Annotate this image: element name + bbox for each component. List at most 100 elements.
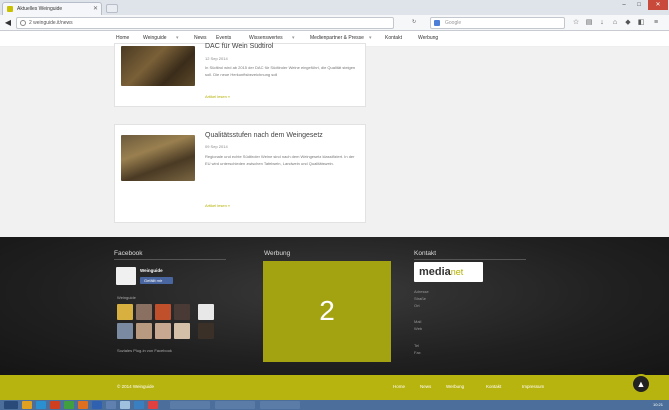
scroll-to-top-button[interactable]: ▲ — [631, 374, 651, 394]
taskbar-window[interactable] — [260, 401, 300, 409]
download-icon[interactable]: ↓ — [598, 19, 606, 27]
nav-item-home[interactable]: Home — [116, 35, 129, 41]
contact-line: Straße — [414, 296, 427, 301]
new-tab-button[interactable] — [106, 4, 118, 13]
start-icon[interactable] — [4, 401, 18, 409]
reload-icon[interactable]: ↻ — [412, 19, 416, 25]
search-placeholder: Google — [445, 20, 462, 26]
star-icon[interactable]: ☆ — [572, 19, 580, 27]
article-title[interactable]: DAC für Wein Südtirol — [205, 43, 273, 50]
fan-photo[interactable] — [174, 323, 190, 339]
favicon-icon — [7, 6, 13, 12]
chevron-down-icon: ▾ — [292, 35, 295, 41]
logo-sub: net — [450, 267, 464, 277]
pocket-icon[interactable]: ◧ — [637, 19, 645, 27]
search-box[interactable]: Google — [430, 17, 565, 29]
app-icon[interactable] — [106, 401, 116, 409]
browser-toolbar: ◀ 2 weinguide.it/news ↻ Google ☆ ▤ ↓ ⌂ ◆… — [0, 15, 669, 31]
fan-photo[interactable] — [117, 304, 133, 320]
news-card[interactable]: Qualitätsstufen nach dem Weingesetz 09 S… — [114, 124, 366, 223]
medianet-logo[interactable]: medianet — [414, 262, 483, 282]
fan-photo[interactable] — [198, 304, 214, 320]
article-image[interactable] — [121, 135, 195, 181]
ad-heading: Werbung — [264, 250, 291, 257]
article-excerpt: In Südtirol wird ab 2015 der DAC für Süd… — [205, 65, 356, 77]
article-title[interactable]: Qualitätsstufen nach dem Weingesetz — [205, 132, 323, 139]
app-icon[interactable] — [134, 401, 144, 409]
browser-tab[interactable]: Aktuelles Weinguide ✕ — [2, 2, 102, 15]
home-icon[interactable]: ⌂ — [611, 19, 619, 27]
fan-photo[interactable] — [117, 323, 133, 339]
nav-item-wissenswertes[interactable]: Wissenswertes — [249, 35, 283, 41]
fan-photo[interactable] — [155, 323, 171, 339]
article-excerpt: Regionale und echte Südtiroler Weine sin… — [205, 154, 355, 166]
fan-photo[interactable] — [174, 304, 190, 320]
taskbar-window[interactable] — [215, 401, 255, 409]
article-date: 12 Sep 2014 — [205, 56, 228, 61]
copyright-text: © 2014 Weinguide — [117, 384, 155, 389]
app-icon[interactable] — [148, 401, 158, 409]
chevron-down-icon: ▾ — [369, 35, 372, 41]
app-icon[interactable] — [50, 401, 60, 409]
app-icon[interactable] — [120, 401, 130, 409]
divider — [114, 259, 226, 260]
fb-like-button[interactable]: Gefällt mir — [140, 277, 173, 284]
addon-icon[interactable]: ◆ — [624, 19, 632, 27]
contact-heading: Kontakt — [414, 250, 437, 257]
contact-line[interactable]: Web — [414, 326, 422, 331]
bottom-link-werbung[interactable]: Werbung — [446, 384, 464, 389]
bottom-bar: © 2014 Weinguide Home News Werbung Konta… — [0, 375, 669, 400]
article-image[interactable] — [121, 46, 195, 86]
contact-line[interactable]: Mail — [414, 319, 421, 324]
contact-line: Fax — [414, 350, 421, 355]
globe-icon — [20, 20, 26, 26]
nav-item-news[interactable]: News — [194, 35, 207, 41]
fan-photo[interactable] — [155, 304, 171, 320]
tab-title: Aktuelles Weinguide — [17, 6, 63, 12]
read-more-link[interactable]: Artikel lesen » — [205, 94, 230, 99]
maximize-icon[interactable]: □ — [632, 0, 646, 10]
read-more-link[interactable]: Artikel lesen » — [205, 203, 230, 208]
fb-like-label: Gefällt mir — [144, 278, 163, 283]
taskbar-window[interactable] — [170, 401, 210, 409]
chevron-down-icon: ▾ — [176, 35, 179, 41]
fb-plugin-text[interactable]: Soziales Plug-in von Facebook — [117, 348, 172, 353]
contact-line: Tel — [414, 343, 420, 348]
fan-photo[interactable] — [198, 323, 214, 339]
ad-banner[interactable]: 2 — [263, 261, 391, 362]
taskbar-clock[interactable]: 10:21 — [653, 402, 663, 407]
nav-item-presse[interactable]: Medienpartner & Presse — [310, 35, 364, 41]
close-tab-icon[interactable]: ✕ — [93, 3, 98, 15]
news-card[interactable]: DAC für Wein Südtirol 12 Sep 2014 In Süd… — [114, 43, 366, 107]
fb-page-name[interactable]: Weinguide — [140, 268, 163, 273]
address-bar[interactable]: 2 weinguide.it/news — [16, 17, 394, 29]
ie-icon[interactable] — [36, 401, 46, 409]
nav-item-events[interactable]: Events — [216, 35, 231, 41]
clipboard-icon[interactable]: ▤ — [585, 19, 593, 27]
news-content: DAC für Wein Südtirol 12 Sep 2014 In Süd… — [0, 43, 669, 237]
bottom-link-news[interactable]: News — [420, 384, 431, 389]
nav-item-kontakt[interactable]: Kontakt — [385, 35, 402, 41]
firefox-icon[interactable] — [78, 401, 88, 409]
nav-item-weinguide[interactable]: Weinguide — [143, 35, 167, 41]
bottom-link-impressum[interactable]: Impressum — [522, 384, 544, 389]
article-date: 09 Sep 2014 — [205, 144, 228, 149]
back-arrow-icon[interactable]: ◀ — [3, 18, 13, 28]
fan-photo[interactable] — [136, 323, 152, 339]
nav-item-werbung[interactable]: Werbung — [418, 35, 438, 41]
bottom-link-home[interactable]: Home — [393, 384, 405, 389]
menu-icon[interactable]: ≡ — [652, 19, 660, 27]
fb-fans-text: Weinguide — [117, 295, 136, 300]
close-window-icon[interactable]: ✕ — [648, 0, 668, 10]
app-icon[interactable] — [64, 401, 74, 409]
explorer-icon[interactable] — [22, 401, 32, 409]
contact-line: Ort — [414, 303, 420, 308]
bottom-link-kontakt[interactable]: Kontakt — [486, 384, 501, 389]
url-text: 2 weinguide.it/news — [29, 20, 73, 26]
fb-page-avatar[interactable] — [116, 267, 136, 285]
site-footer: Facebook Weinguide Gefällt mir Weinguide… — [0, 237, 669, 375]
browser-tab-bar: Aktuelles Weinguide ✕ – □ ✕ — [0, 0, 669, 15]
app-icon[interactable] — [92, 401, 102, 409]
fan-photo[interactable] — [136, 304, 152, 320]
minimize-icon[interactable]: – — [617, 0, 631, 10]
